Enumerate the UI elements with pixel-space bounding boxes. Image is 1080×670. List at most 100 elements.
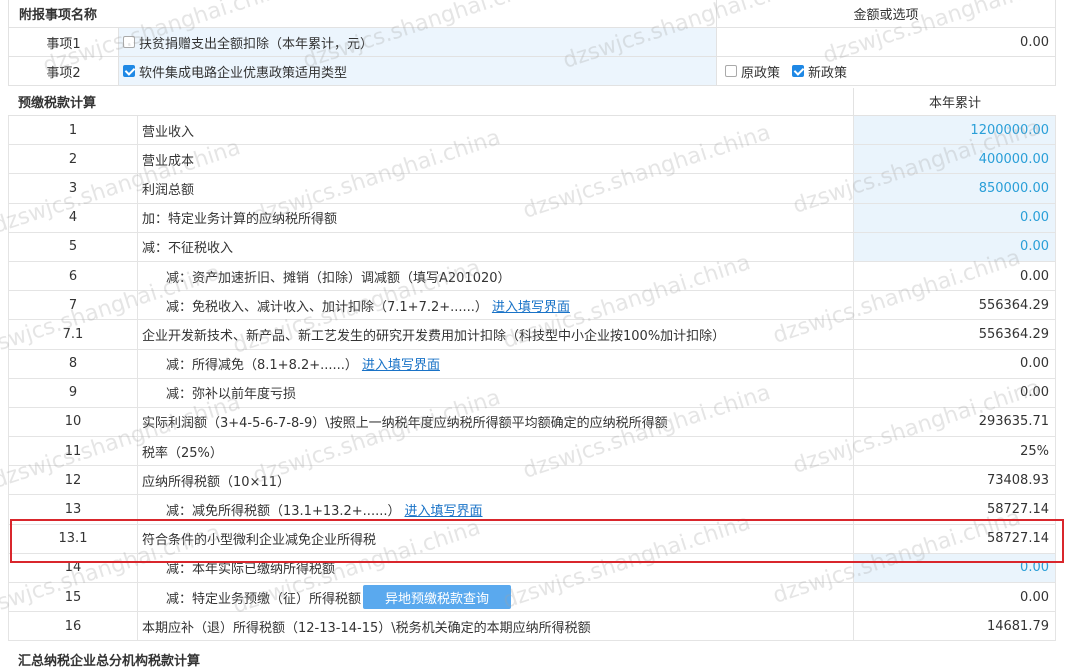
row-description: 本期应补（退）所得税额（12-13-14-15）\税务机关确定的本期应纳所得税额 [138, 612, 854, 641]
table-row: 9 减：弥补以前年度亏损 0.00 [8, 378, 1056, 408]
table-row: 2 营业成本 400000.00 [8, 145, 1056, 175]
table-row: 5 减：不征税收入 0.00 [8, 232, 1056, 262]
row-value: 0.00 [854, 349, 1056, 378]
row-description-text: 符合条件的小型微利企业减免企业所得税 [142, 533, 377, 549]
row-description: 减：所得减免（8.1+8.2+......） 进入填写界面 [138, 349, 854, 378]
row-description: 减：免税收入、减计收入、加计扣除（7.1+7.2+......） 进入填写界面 [138, 291, 854, 320]
new-policy-option[interactable]: 新政策 [792, 62, 847, 81]
table-row: 11 税率（25%） 25% [8, 437, 1056, 467]
row-number: 2 [8, 145, 138, 174]
table-row: 13 减：减免所得税额（13.1+13.2+......） 进入填写界面 58727.… [8, 495, 1056, 525]
attached-items-value-header: 金额或选项 [717, 0, 1056, 27]
row-description: 符合条件的小型微利企业减免企业所得税 [138, 524, 854, 553]
row-value-input[interactable]: 850000.00 [854, 174, 1056, 203]
poverty-donation-amount[interactable]: 0.00 [717, 28, 1056, 56]
software-ic-policy-checkbox[interactable] [123, 65, 135, 77]
row-value: 73408.93 [854, 466, 1056, 495]
row-value: 0.00 [854, 378, 1056, 407]
row-description-text: 本期应补（退）所得税额（12-13-14-15）\税务机关确定的本期应纳所得税额 [142, 620, 591, 636]
attached-items-section: 附报事项名称 金额或选项 事项1 扶贫捐赠支出全额扣除（本年累计，元） 0.00… [8, 0, 1056, 86]
table-row: 14 减：本年实际已缴纳所得税额 0.00 [8, 553, 1056, 583]
table-row: 7.1 企业开发新技术、新产品、新工艺发生的研究开发费用加计扣除（科技型中小企业按… [8, 320, 1056, 350]
row-value-input[interactable]: 0.00 [854, 203, 1056, 232]
table-row: 15 减：特定业务预缴（征）所得税额 异地预缴税款查询 0.00 [8, 583, 1056, 613]
row-description: 减：减免所得税额（13.1+13.2+......） 进入填写界面 [138, 495, 854, 524]
attached-item-description: 软件集成电路企业优惠政策适用类型 [119, 57, 717, 85]
row-number: 1 [8, 116, 138, 145]
table-row: 8 减：所得减免（8.1+8.2+......） 进入填写界面 0.00 [8, 349, 1056, 379]
row-description: 加：特定业务计算的应纳税所得额 [138, 203, 854, 232]
row-description: 营业成本 [138, 145, 854, 174]
table-row: 1 营业收入 1200000.00 [8, 116, 1056, 146]
row-value: 556364.29 [854, 320, 1056, 349]
row-number: 7 [8, 291, 138, 320]
attached-item-label: 扶贫捐赠支出全额扣除（本年累计，元） [139, 36, 374, 52]
row-number: 10 [8, 407, 138, 437]
prepay-section-header: 预缴税款计算 本年累计 [8, 88, 1056, 116]
row-number: 11 [8, 437, 138, 466]
policy-type-options: 原政策 新政策 [717, 57, 1056, 85]
table-row: 4 加：特定业务计算的应纳税所得额 0.00 [8, 203, 1056, 233]
table-row: 6 减：资产加速折旧、摊销（扣除）调减额（填写A201020） 0.00 [8, 261, 1056, 292]
poverty-donation-checkbox[interactable] [123, 36, 135, 48]
new-policy-checkbox[interactable] [792, 65, 805, 77]
row-description: 减：弥补以前年度亏损 [138, 378, 854, 407]
row-value-input[interactable]: 1200000.00 [854, 116, 1056, 145]
row-number: 12 [8, 466, 138, 495]
row-number: 15 [8, 583, 138, 612]
row-number: 8 [8, 349, 138, 378]
old-policy-checkbox[interactable] [725, 65, 737, 77]
table-row: 12 应纳所得税额（10×11） 73408.93 [8, 466, 1056, 496]
footer-section-title: 汇总纳税企业总分机构税款计算 [18, 653, 201, 669]
enter-fill-page-link[interactable]: 进入填写界面 [492, 296, 570, 315]
row-description-text: 加：特定业务计算的应纳税所得额 [142, 212, 338, 228]
row-description: 应纳所得税额（10×11） [138, 466, 854, 495]
row-number: 14 [8, 553, 138, 582]
row-description: 减：不征税收入 [138, 232, 854, 261]
row-description-text: 减：特定业务预缴（征）所得税额 [166, 591, 362, 607]
attached-item-row-2: 事项2 软件集成电路企业优惠政策适用类型 原政策 新政策 [8, 57, 1056, 86]
enter-fill-page-link[interactable]: 进入填写界面 [404, 500, 482, 519]
row-value: 58727.14 [854, 524, 1056, 553]
attached-item-number: 事项1 [8, 28, 119, 56]
old-policy-option[interactable]: 原政策 [725, 62, 780, 81]
row-value: 556364.29 [854, 291, 1056, 320]
row-description: 减：特定业务预缴（征）所得税额 异地预缴税款查询 [138, 583, 854, 612]
prepay-value-column-header: 本年累计 [853, 88, 1056, 115]
attached-item-label: 软件集成电路企业优惠政策适用类型 [139, 65, 348, 81]
table-row: 3 利润总额 850000.00 [8, 174, 1056, 204]
row-description: 减：本年实际已缴纳所得税额 [138, 553, 854, 582]
row-description: 实际利润额（3+4-5-6-7-8-9）\按照上一纳税年度应纳税所得额平均额确定… [138, 407, 854, 437]
row-value: 14681.79 [854, 612, 1056, 641]
row-description-text: 减：减免所得税额（13.1+13.2+......） [166, 504, 401, 520]
table-row: 13.1 符合条件的小型微利企业减免企业所得税 58727.14 [8, 524, 1056, 554]
row-value-input[interactable]: 0.00 [854, 553, 1056, 582]
row-description-text: 企业开发新技术、新产品、新工艺发生的研究开发费用加计扣除（科技型中小企业按100… [142, 328, 726, 344]
enter-fill-page-link[interactable]: 进入填写界面 [362, 354, 440, 373]
table-row: 10 实际利润额（3+4-5-6-7-8-9）\按照上一纳税年度应纳税所得额平均额… [8, 407, 1056, 438]
row-value: 25% [854, 437, 1056, 466]
row-value-input[interactable]: 400000.00 [854, 145, 1056, 174]
prepay-section-title: 预缴税款计算 [18, 96, 97, 111]
row-description-text: 减：所得减免（8.1+8.2+......） [166, 358, 358, 374]
attached-item-number: 事项2 [8, 57, 119, 85]
remote-prepay-query-button[interactable]: 异地预缴税款查询 [363, 585, 512, 610]
row-number: 13.1 [8, 524, 138, 553]
row-value: 293635.71 [854, 407, 1056, 437]
row-value-input[interactable]: 0.00 [854, 232, 1056, 261]
row-number: 4 [8, 203, 138, 232]
attached-item-row-1: 事项1 扶贫捐赠支出全额扣除（本年累计，元） 0.00 [8, 28, 1056, 57]
attached-items-header: 附报事项名称 金额或选项 [8, 0, 1056, 28]
attached-items-name-header: 附报事项名称 [8, 0, 717, 27]
row-value: 0.00 [854, 261, 1056, 291]
row-description-text: 营业成本 [142, 153, 195, 169]
row-description: 营业收入 [138, 116, 854, 145]
row-description-text: 减：本年实际已缴纳所得税额 [166, 562, 336, 578]
row-description: 减：资产加速折旧、摊销（扣除）调减额（填写A201020） [138, 261, 854, 291]
new-policy-label: 新政策 [808, 65, 848, 81]
prepay-table: 1 营业收入 1200000.00 2 营业成本 400000.00 3 利润总额 850000… [8, 116, 1056, 642]
row-description-text: 减：资产加速折旧、摊销（扣除）调减额（填写A201020） [166, 270, 511, 286]
row-number: 6 [8, 261, 138, 291]
row-number: 9 [8, 378, 138, 407]
row-number: 3 [8, 174, 138, 203]
